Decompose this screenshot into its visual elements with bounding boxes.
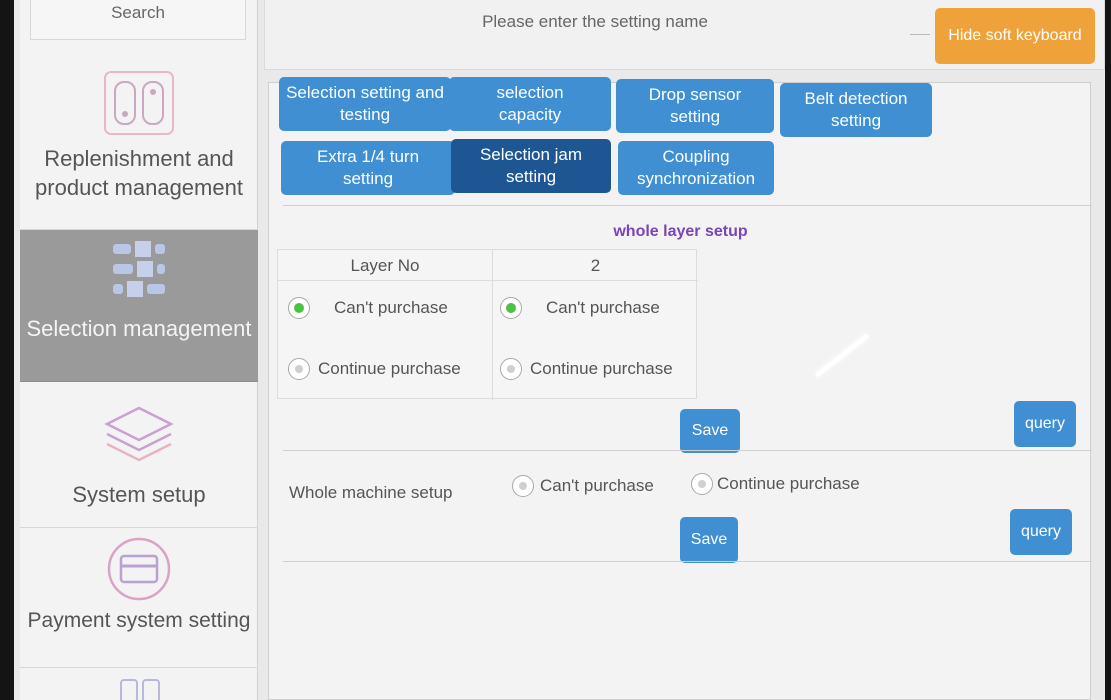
tab-label: Selection jam setting [479, 145, 583, 186]
tab-coupling-synchronization[interactable]: Coupling synchronization [618, 141, 774, 195]
sidebar-search[interactable]: Search [30, 0, 246, 40]
tab-selection-capacity[interactable]: selection capacity [449, 77, 611, 131]
tab-extra-quarter-turn[interactable]: Extra 1/4 turn setting [281, 141, 455, 195]
layer-right-cant-purchase[interactable]: Can't purchase [500, 297, 660, 319]
screen-glare [814, 333, 870, 378]
option-label: Continue purchase [318, 359, 461, 378]
sidebar-item-payment[interactable]: Payment system setting [20, 528, 258, 668]
tab-label: Selection setting and testing [286, 83, 444, 124]
whole-layer-title: whole layer setup [613, 223, 748, 240]
divider [278, 280, 698, 281]
tab-drop-sensor[interactable]: Drop sensor setting [616, 79, 774, 133]
machine-save-button[interactable]: Save [680, 517, 738, 563]
settings-panel: Selection setting and testing selection … [268, 77, 1092, 700]
radio-unselected[interactable] [512, 475, 534, 497]
sidebar-item-replenishment[interactable]: Replenishment and product management [20, 62, 258, 230]
tab-label: Drop sensor setting [648, 85, 742, 126]
radio-selected[interactable] [288, 297, 310, 319]
sidebar-item-label: Replenishment and product management [35, 146, 243, 200]
sidebar-item-selection[interactable]: Selection management [20, 230, 258, 382]
machine-cant-purchase[interactable]: Can't purchase [512, 475, 654, 497]
layer-right-continue-purchase[interactable]: Continue purchase [500, 358, 673, 380]
sidebar-item-label: Payment system setting [27, 609, 251, 632]
replenishment-icon [104, 71, 174, 135]
divider [910, 34, 930, 35]
tab-belt-detection[interactable]: Belt detection setting [780, 83, 932, 137]
layer-no-header: Layer No [350, 256, 420, 275]
settings-search-input[interactable]: Please enter the setting name [265, 12, 925, 32]
radio-unselected[interactable] [691, 473, 713, 495]
payment-card-icon [107, 537, 171, 601]
radio-unselected[interactable] [500, 358, 522, 380]
option-label: Continue purchase [717, 474, 860, 493]
layer-left-cant-purchase[interactable]: Can't purchase [288, 297, 448, 319]
selection-icon [113, 241, 165, 297]
layers-icon [104, 406, 174, 462]
radio-unselected[interactable] [288, 358, 310, 380]
option-label: Can't purchase [334, 298, 448, 317]
sidebar-search-label: Search [111, 3, 165, 22]
layer-save-button[interactable]: Save [680, 409, 740, 453]
tab-label: Coupling synchronization [636, 147, 756, 188]
option-label: Continue purchase [530, 359, 673, 378]
sidebar-item-more[interactable] [20, 668, 258, 700]
layer-query-button[interactable]: query [1014, 401, 1076, 447]
layer-table: Layer No 2 Can't purchase Continue purch… [277, 249, 698, 400]
tab-selection-setting[interactable]: Selection setting and testing [279, 77, 451, 131]
option-label: Can't purchase [540, 476, 654, 495]
sidebar: Search Replenishment and product managem… [20, 0, 258, 700]
layer-left-continue-purchase[interactable]: Continue purchase [288, 358, 461, 380]
radio-selected[interactable] [500, 297, 522, 319]
device-screen: Search Replenishment and product managem… [14, 0, 1105, 700]
machine-continue-purchase[interactable]: Continue purchase [691, 473, 860, 495]
tab-label: Extra 1/4 turn setting [316, 147, 420, 188]
layer-number: 2 [590, 256, 601, 275]
more-settings-icon [120, 679, 160, 700]
whole-machine-label: Whole machine setup [289, 483, 453, 502]
divider [283, 561, 1092, 562]
hide-keyboard-button[interactable]: Hide soft keyboard [935, 8, 1095, 64]
sidebar-item-system-setup[interactable]: System setup [20, 382, 258, 528]
sidebar-item-label: System setup [72, 482, 206, 507]
divider [283, 205, 1092, 206]
sidebar-item-label: Selection management [26, 316, 252, 341]
divider [283, 450, 1092, 451]
option-label: Can't purchase [546, 298, 660, 317]
machine-query-button[interactable]: query [1010, 509, 1072, 555]
tab-label: Belt detection setting [804, 89, 908, 130]
tab-selection-jam[interactable]: Selection jam setting [451, 139, 611, 193]
tab-label: selection capacity [496, 83, 564, 124]
